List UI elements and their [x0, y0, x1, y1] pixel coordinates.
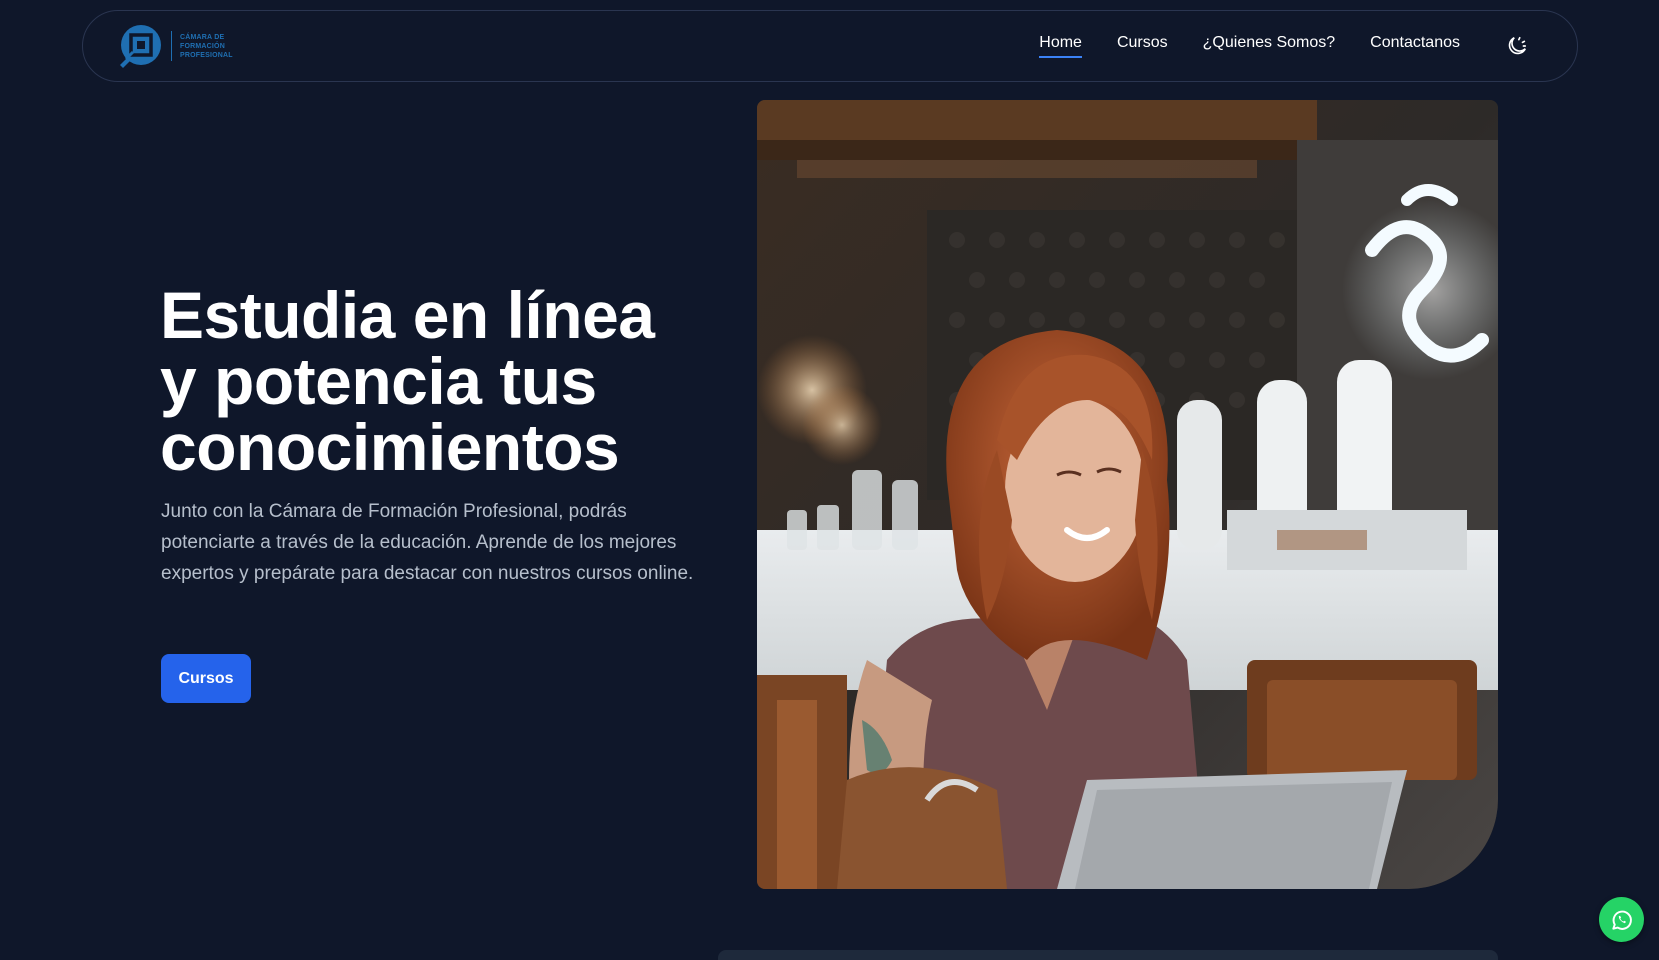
- camara-logo-icon: [120, 25, 161, 68]
- whatsapp-button[interactable]: [1599, 897, 1644, 942]
- page: CÁMARA DE FORMACIÓN PROFESIONAL Home Cur…: [0, 0, 1659, 960]
- nav-link-contactanos[interactable]: Contactanos: [1370, 34, 1460, 58]
- hero-description: Junto con la Cámara de Formación Profesi…: [161, 501, 694, 584]
- brand-divider: [171, 31, 172, 61]
- nav-menu: Home Cursos ¿Quienes Somos? Contactanos: [1039, 34, 1529, 58]
- hero-title-line-1: Estudia en línea: [160, 278, 655, 352]
- nav-link-quienes-somos[interactable]: ¿Quienes Somos?: [1203, 34, 1336, 58]
- cursos-button[interactable]: Cursos: [161, 654, 251, 703]
- next-section-edge: [718, 950, 1498, 960]
- theme-toggle-button[interactable]: [1505, 34, 1529, 58]
- hero-title-line-2: y potencia tus: [160, 344, 597, 418]
- brand-line-2: FORMACIÓN: [180, 42, 225, 50]
- hero-image: [757, 100, 1498, 889]
- hero-title: Estudia en línea y potencia tus conocimi…: [160, 282, 720, 480]
- hero-title-line-3: conocimientos: [160, 410, 620, 484]
- brand-logo-link[interactable]: CÁMARA DE FORMACIÓN PROFESIONAL: [117, 23, 233, 69]
- brand-line-1: CÁMARA DE: [180, 33, 225, 41]
- nav-link-home[interactable]: Home: [1039, 34, 1082, 58]
- whatsapp-icon: [1611, 910, 1632, 930]
- brand-line-3: PROFESIONAL: [180, 51, 233, 59]
- navbar: CÁMARA DE FORMACIÓN PROFESIONAL Home Cur…: [82, 10, 1578, 82]
- brand-name: CÁMARA DE FORMACIÓN PROFESIONAL: [180, 33, 233, 60]
- nav-link-cursos[interactable]: Cursos: [1117, 34, 1168, 58]
- woman-laptop-photo: [757, 100, 1498, 889]
- moon-icon: [1508, 36, 1527, 55]
